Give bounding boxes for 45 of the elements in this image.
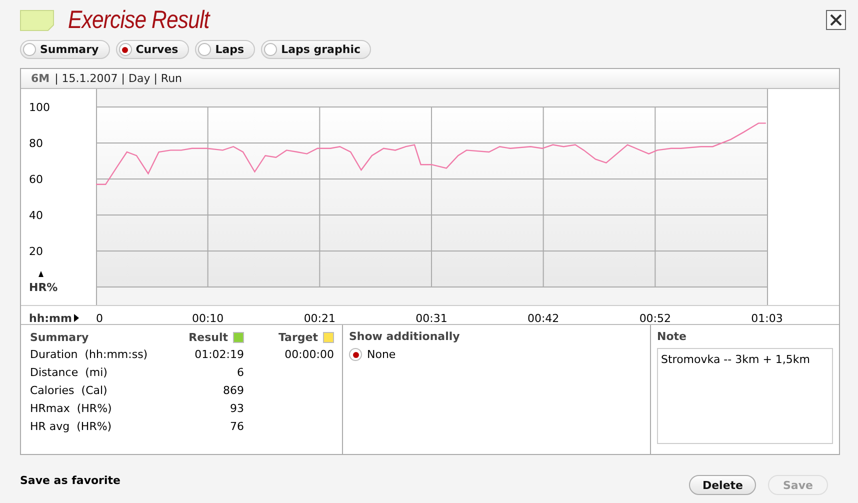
x-tick-label: 00:42 [527,312,560,324]
y-tick-label: 40 [29,209,43,222]
up-arrow-icon [38,271,44,277]
tab[interactable]: Laps graphic [261,40,372,59]
section-title: Note [657,330,688,343]
row-label: HR avg (HR%) [30,420,112,433]
x-tick-label: 00:21 [304,312,336,324]
row-label: Calories (Cal) [30,384,108,397]
radio-option[interactable]: None [349,348,396,361]
result-value: 869 [223,384,244,397]
column-header: Summary [30,331,90,346]
x-tick-label: 00:52 [639,312,672,324]
save-as-favorite-link[interactable]: Save as favorite [20,474,120,486]
right-arrow-icon [74,314,79,322]
result-value: 6 [237,366,244,379]
y-tick-label: 60 [29,173,43,186]
close-button[interactable] [826,10,846,30]
x-tick-label: 0 [96,312,103,324]
y-tick-label: 20 [29,245,43,258]
row-label: Distance (mi) [30,366,108,379]
result-value: 76 [230,420,244,433]
period-label: 6M [31,72,50,85]
result-value: 01:02:19 [194,348,244,361]
y-tick-label: 80 [29,137,43,150]
note-icon [20,10,54,30]
section-title: Show additionally [349,330,461,343]
x-axis-label: hh:mm [29,312,72,324]
window-title: Exercise Result [68,6,212,34]
y-axis-label: HR% [29,281,58,294]
column-header: Target [278,331,318,344]
column-header: Result [188,331,228,344]
y-tick-label: 100 [29,101,50,114]
tab[interactable]: Curves [116,40,190,59]
tab[interactable]: Laps [195,40,256,59]
info-label: | 15.1.2007 | Day | Run [54,72,182,85]
target-value: 00:00:00 [284,348,334,361]
x-tick-label: 00:10 [192,312,224,324]
x-tick-label: 01:03 [751,312,783,324]
note-field[interactable]: Stromovka -- 3km + 1,5km [657,348,833,444]
action-button[interactable]: Delete [689,475,756,495]
row-label: Duration (hh:mm:ss) [30,348,148,361]
result-value: 93 [230,402,244,415]
row-label: HRmax (HR%) [30,402,112,415]
x-tick-label: 00:31 [416,312,448,324]
tab[interactable]: Summary [20,40,110,59]
